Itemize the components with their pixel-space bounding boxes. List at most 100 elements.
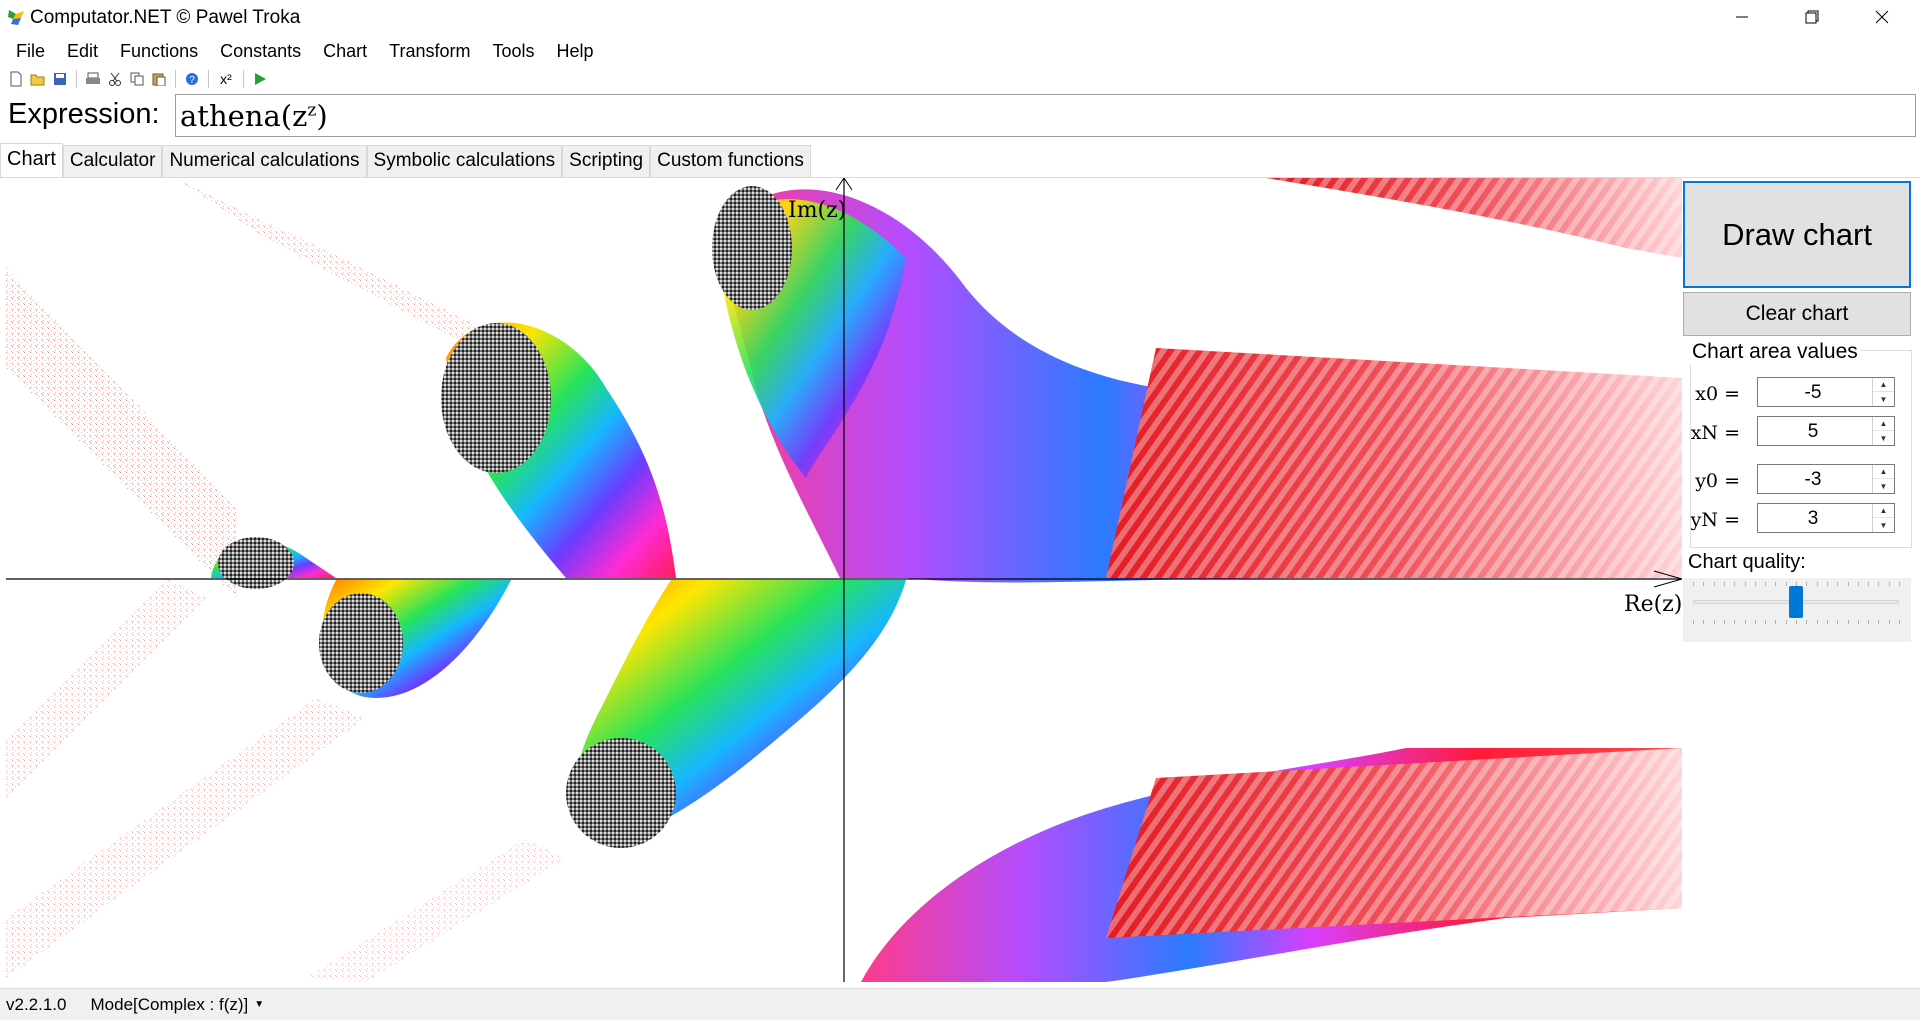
spin-up-icon[interactable]: ▲ bbox=[1873, 417, 1894, 431]
slider-tick bbox=[1723, 582, 1725, 586]
chart-quality-slider[interactable] bbox=[1683, 578, 1911, 642]
new-file-icon[interactable] bbox=[6, 69, 26, 89]
slider-tick bbox=[1816, 582, 1818, 586]
slider-tick bbox=[1847, 620, 1849, 624]
menu-file[interactable]: File bbox=[8, 39, 53, 64]
menu-edit[interactable]: Edit bbox=[59, 39, 106, 64]
slider-tick bbox=[1785, 582, 1787, 586]
slider-tick bbox=[1857, 582, 1859, 586]
slider-tick bbox=[1765, 620, 1767, 624]
paste-icon[interactable] bbox=[149, 69, 169, 89]
expression-base: athena(z bbox=[180, 99, 308, 133]
y0-label: y0 = bbox=[1695, 470, 1740, 492]
slider-tick bbox=[1899, 582, 1900, 586]
slider-tick bbox=[1899, 620, 1900, 624]
save-icon[interactable] bbox=[50, 69, 70, 89]
spin-down-icon[interactable]: ▼ bbox=[1873, 479, 1894, 493]
spin-down-icon[interactable]: ▼ bbox=[1873, 431, 1894, 445]
slider-tick bbox=[1785, 620, 1787, 624]
spin-up-icon[interactable]: ▲ bbox=[1873, 465, 1894, 479]
slider-thumb[interactable] bbox=[1789, 586, 1803, 618]
yN-label: yN = bbox=[1690, 509, 1740, 531]
expression-label: Expression: bbox=[8, 98, 160, 130]
x0-stepper[interactable]: -5 ▲ ▼ bbox=[1757, 377, 1895, 407]
close-icon bbox=[1875, 10, 1889, 24]
xN-stepper[interactable]: 5 ▲ ▼ bbox=[1757, 416, 1895, 446]
tab-chart[interactable]: Chart bbox=[0, 143, 63, 177]
slider-tick bbox=[1806, 620, 1808, 624]
slider-tick bbox=[1837, 620, 1839, 624]
spin-down-icon[interactable]: ▼ bbox=[1873, 518, 1894, 532]
expression-exponent: z bbox=[307, 100, 317, 121]
draw-chart-button[interactable]: Draw chart bbox=[1683, 181, 1911, 288]
tab-scripting[interactable]: Scripting bbox=[562, 145, 651, 177]
expression-input[interactable]: athena(zz) bbox=[175, 94, 1916, 137]
x0-stepper-buttons: ▲ ▼ bbox=[1872, 378, 1894, 406]
slider-tick bbox=[1796, 620, 1797, 624]
chart-area-values-title: Chart area values bbox=[1690, 340, 1860, 364]
spin-up-icon[interactable]: ▲ bbox=[1873, 378, 1894, 392]
spin-up-icon[interactable]: ▲ bbox=[1873, 504, 1894, 518]
tab-symbolic-calculations[interactable]: Symbolic calculations bbox=[366, 145, 563, 177]
toolbar-separator bbox=[76, 70, 77, 88]
open-folder-icon[interactable] bbox=[28, 69, 48, 89]
slider-tick bbox=[1888, 582, 1890, 586]
cut-icon[interactable] bbox=[105, 69, 125, 89]
window-title: Computator.NET © Pawel Troka bbox=[30, 7, 301, 28]
slider-tick bbox=[1765, 582, 1767, 586]
close-button[interactable] bbox=[1852, 0, 1912, 34]
slider-tick bbox=[1713, 582, 1715, 586]
complex-chart-canvas[interactable]: Im(z) Re(z) bbox=[6, 178, 1682, 982]
slider-tick bbox=[1775, 620, 1777, 624]
status-bar: v2.2.1.0 Mode[Complex : f(z)] ▼ bbox=[0, 988, 1920, 1020]
restore-icon bbox=[1805, 10, 1819, 24]
slider-tick bbox=[1826, 620, 1828, 624]
tab-calculator[interactable]: Calculator bbox=[62, 145, 163, 177]
x0-value: -5 bbox=[1804, 382, 1822, 403]
slider-tick bbox=[1796, 582, 1797, 586]
spin-down-icon[interactable]: ▼ bbox=[1873, 392, 1894, 406]
menu-functions[interactable]: Functions bbox=[112, 39, 206, 64]
run-icon[interactable] bbox=[250, 69, 270, 89]
svg-text:?: ? bbox=[189, 75, 195, 86]
slider-tick bbox=[1826, 582, 1828, 586]
slider-tick bbox=[1713, 620, 1715, 624]
slider-tick bbox=[1734, 620, 1736, 624]
tab-custom-functions[interactable]: Custom functions bbox=[650, 145, 811, 177]
print-icon[interactable] bbox=[83, 69, 103, 89]
tab-numerical-calculations[interactable]: Numerical calculations bbox=[162, 145, 367, 177]
clear-chart-button[interactable]: Clear chart bbox=[1683, 292, 1911, 336]
copy-icon[interactable] bbox=[127, 69, 147, 89]
minimize-icon bbox=[1736, 16, 1748, 18]
chevron-down-icon: ▼ bbox=[254, 999, 265, 1010]
expression-close: ) bbox=[316, 99, 328, 133]
slider-tick bbox=[1775, 582, 1777, 586]
menu-transform[interactable]: Transform bbox=[381, 39, 478, 64]
exponent-icon[interactable]: x² bbox=[215, 69, 237, 89]
menu-help[interactable]: Help bbox=[549, 39, 602, 64]
x-axis-label: Re(z) bbox=[1624, 592, 1682, 617]
slider-tick bbox=[1837, 582, 1839, 586]
slider-tick bbox=[1754, 620, 1756, 624]
title-bar: Computator.NET © Pawel Troka bbox=[0, 0, 1920, 34]
xN-stepper-buttons: ▲ ▼ bbox=[1872, 417, 1894, 445]
mode-dropdown[interactable]: Mode[Complex : f(z)] ▼ bbox=[91, 995, 265, 1015]
minimize-button[interactable] bbox=[1712, 0, 1772, 34]
y0-stepper-buttons: ▲ ▼ bbox=[1872, 465, 1894, 493]
yN-stepper[interactable]: 3 ▲ ▼ bbox=[1757, 503, 1895, 533]
restore-button[interactable] bbox=[1782, 0, 1842, 34]
tab-strip: Chart Calculator Numerical calculations … bbox=[0, 143, 811, 177]
mode-label: Mode[Complex : f(z)] bbox=[90, 994, 249, 1014]
app-logo-icon bbox=[8, 10, 24, 25]
menu-constants[interactable]: Constants bbox=[212, 39, 309, 64]
slider-tick bbox=[1847, 582, 1849, 586]
slider-tick bbox=[1888, 620, 1890, 624]
yN-value: 3 bbox=[1807, 508, 1819, 529]
slider-tick bbox=[1868, 582, 1870, 586]
menu-tools[interactable]: Tools bbox=[485, 39, 543, 64]
slider-tick bbox=[1734, 582, 1736, 586]
y0-value: -3 bbox=[1804, 469, 1822, 490]
menu-chart[interactable]: Chart bbox=[315, 39, 375, 64]
y0-stepper[interactable]: -3 ▲ ▼ bbox=[1757, 464, 1895, 494]
help-icon[interactable]: ? bbox=[182, 69, 202, 89]
